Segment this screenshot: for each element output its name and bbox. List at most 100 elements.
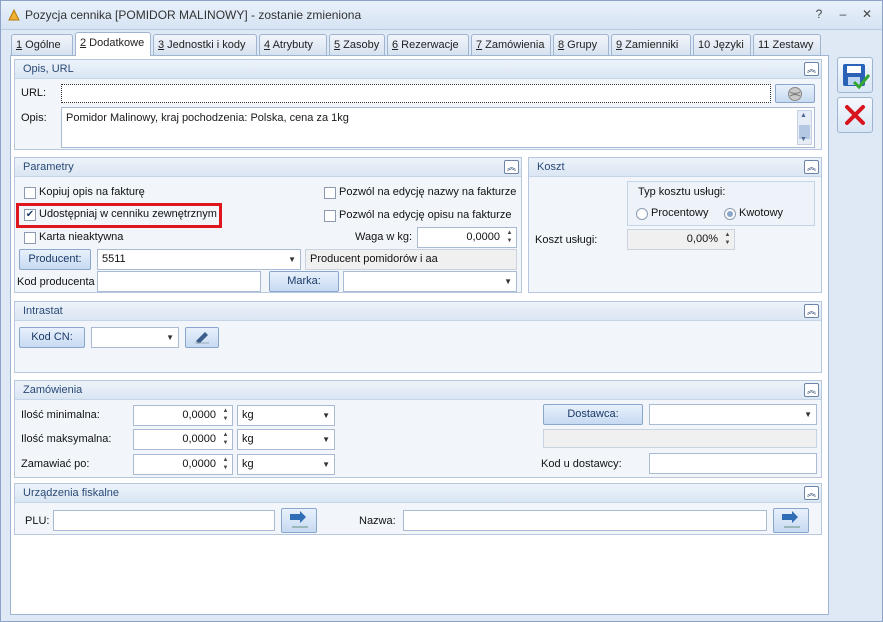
ilosc-max-spinner[interactable]: ▲ ▼ <box>220 431 231 448</box>
zamawiac-input[interactable]: 0,0000 ▲ ▼ <box>133 454 233 475</box>
group-intrastat: Intrastat ︽ Kod CN: ▼ <box>14 301 822 373</box>
collapse-icon[interactable]: ︽ <box>804 62 819 76</box>
dostawca-button[interactable]: Dostawca: <box>543 404 643 425</box>
opis-text: Pomidor Malinowy, kraj pochodzenia: Pols… <box>66 112 349 124</box>
producent-button[interactable]: Producent: <box>19 249 91 270</box>
group-title-intrastat: Intrastat <box>23 305 63 317</box>
kod-dostawcy-input[interactable] <box>649 453 817 474</box>
kwotowy-label: Kwotowy <box>739 207 784 219</box>
collapse-icon[interactable]: ︽ <box>804 160 819 174</box>
kwotowy-radio[interactable] <box>724 208 736 220</box>
collapse-icon[interactable]: ︽ <box>804 383 819 397</box>
collapse-icon[interactable]: ︽ <box>804 486 819 500</box>
group-title-opis: Opis, URL <box>23 63 74 75</box>
group-title-koszt: Koszt <box>537 161 565 173</box>
ilosc-max-input[interactable]: 0,0000 ▲ ▼ <box>133 429 233 450</box>
chevron-down-icon: ▼ <box>322 435 330 444</box>
tab-zestawy[interactable]: 11 Zestawy <box>753 34 821 55</box>
group-header-zamowienia: Zamówienia ︽ <box>15 381 821 400</box>
url-input[interactable] <box>61 84 771 103</box>
tab-jednostki[interactable]: 3 Jednostki i kody <box>153 34 257 55</box>
group-header-parametry: Parametry ︽ <box>15 158 521 177</box>
chevron-down-icon: ▼ <box>504 277 512 286</box>
tab-page-dodatkowe: Opis, URL ︽ URL: Opis: Pomidor Malinowy,… <box>10 55 829 615</box>
ilosc-min-unit-select[interactable]: kg ▼ <box>237 405 335 426</box>
group-zamowienia: Zamówienia ︽ Ilość minimalna: 0,0000 ▲ ▼ … <box>14 380 822 478</box>
ilosc-min-unit: kg <box>242 409 254 421</box>
opis-scrollbar[interactable]: ▲ ▼ <box>797 110 812 145</box>
waga-spinner[interactable]: ▲ ▼ <box>504 229 515 246</box>
procentowy-radio[interactable] <box>636 208 648 220</box>
arrow-pick-icon <box>782 511 800 528</box>
koszt-uslugi-value: 0,00% <box>686 233 718 245</box>
minimize-button[interactable]: – <box>833 5 853 23</box>
producent-value: 5511 <box>102 253 126 265</box>
tab-grupy[interactable]: 8 Grupy <box>553 34 609 55</box>
nazwa-input[interactable] <box>403 510 767 531</box>
cancel-button[interactable] <box>837 97 873 133</box>
group-header-opis: Opis, URL ︽ <box>15 60 821 79</box>
zamawiac-label: Zamawiać po: <box>21 458 90 470</box>
chevron-down-icon: ▼ <box>288 255 296 264</box>
scroll-down-icon[interactable]: ▼ <box>800 136 807 143</box>
group-title-zamowienia: Zamówienia <box>23 384 83 396</box>
chevron-down-icon: ▼ <box>322 460 330 469</box>
chevron-down-icon: ▼ <box>322 411 330 420</box>
edit-cn-button[interactable] <box>185 327 219 348</box>
zamawiac-spinner[interactable]: ▲ ▼ <box>220 456 231 473</box>
tab-zasoby[interactable]: 5 Zasoby <box>329 34 385 55</box>
dostawca-select[interactable]: ▼ <box>649 404 817 425</box>
group-koszt: Koszt ︽ Typ kosztu usługi: Procentowy Kw… <box>528 157 822 293</box>
karta-nieaktywna-label: Karta nieaktywna <box>39 231 124 243</box>
zamawiac-unit-select[interactable]: kg ▼ <box>237 454 335 475</box>
udostepniaj-checkbox[interactable]: ✔ <box>24 209 36 221</box>
waga-value: 0,0000 <box>466 231 500 243</box>
plu-input[interactable] <box>53 510 275 531</box>
kod-cn-select[interactable]: ▼ <box>91 327 179 348</box>
close-window-button[interactable]: ✕ <box>857 5 877 23</box>
dostawca-name-field <box>543 429 817 448</box>
pozwol-opisu-checkbox[interactable] <box>324 210 336 222</box>
nazwa-pick-button[interactable] <box>773 508 809 533</box>
waga-label: Waga w kg: <box>355 231 413 243</box>
tab-zamienniki[interactable]: 9 Zamienniki <box>611 34 691 55</box>
group-fiskalne: Urządzenia fiskalne ︽ PLU: Nazwa: <box>14 483 822 535</box>
ilosc-max-label: Ilość maksymalna: <box>21 433 112 445</box>
pencil-icon <box>195 332 209 344</box>
collapse-icon[interactable]: ︽ <box>804 304 819 318</box>
pozwol-opisu-label: Pozwól na edycję opisu na fakturze <box>339 209 512 221</box>
collapse-icon[interactable]: ︽ <box>504 160 519 174</box>
marka-button[interactable]: Marka: <box>269 271 339 292</box>
pozwol-nazwy-label: Pozwól na edycję nazwy na fakturze <box>339 186 517 198</box>
tab-zamowienia[interactable]: 7 Zamówienia <box>471 34 551 55</box>
producent-select[interactable]: 5511 ▼ <box>97 249 301 270</box>
ilosc-max-unit-select[interactable]: kg ▼ <box>237 429 335 450</box>
waga-input[interactable]: 0,0000 ▲ ▼ <box>417 227 517 248</box>
tab-atrybuty[interactable]: 4 Atrybuty <box>259 34 327 55</box>
ilosc-min-input[interactable]: 0,0000 ▲ ▼ <box>133 405 233 426</box>
tab-dodatkowe[interactable]: 2 Dodatkowe <box>75 32 151 56</box>
chevron-down-icon: ▼ <box>804 410 812 419</box>
dialog-window: Pozycja cennika [POMIDOR MALINOWY] - zos… <box>0 0 883 622</box>
tab-rezerwacje[interactable]: 6 Rezerwacje <box>387 34 469 55</box>
tab-jezyki[interactable]: 10 Języki <box>693 34 751 55</box>
tab-ogolne[interactable]: 1 Ogólne <box>11 34 73 55</box>
procentowy-label: Procentowy <box>651 207 709 219</box>
typ-kosztu-box: Typ kosztu usługi: Procentowy Kwotowy <box>627 181 815 226</box>
pozwol-nazwy-checkbox[interactable] <box>324 187 336 199</box>
opis-textarea[interactable]: Pomidor Malinowy, kraj pochodzenia: Pols… <box>61 107 815 148</box>
plu-pick-button[interactable] <box>281 508 317 533</box>
kod-producenta-input[interactable] <box>97 271 261 292</box>
kopiuj-opis-checkbox[interactable] <box>24 187 36 199</box>
marka-select[interactable]: ▼ <box>343 271 517 292</box>
save-button[interactable] <box>837 57 873 93</box>
help-icon[interactable]: ? <box>809 5 829 23</box>
ilosc-min-spinner[interactable]: ▲ ▼ <box>220 407 231 424</box>
zamawiac-unit: kg <box>242 458 254 470</box>
ilosc-max-unit: kg <box>242 433 254 445</box>
scroll-up-icon[interactable]: ▲ <box>800 112 807 119</box>
open-url-button[interactable] <box>775 84 815 103</box>
kod-cn-button[interactable]: Kod CN: <box>19 327 85 348</box>
karta-nieaktywna-checkbox[interactable] <box>24 232 36 244</box>
ilosc-max-value: 0,0000 <box>182 433 216 445</box>
